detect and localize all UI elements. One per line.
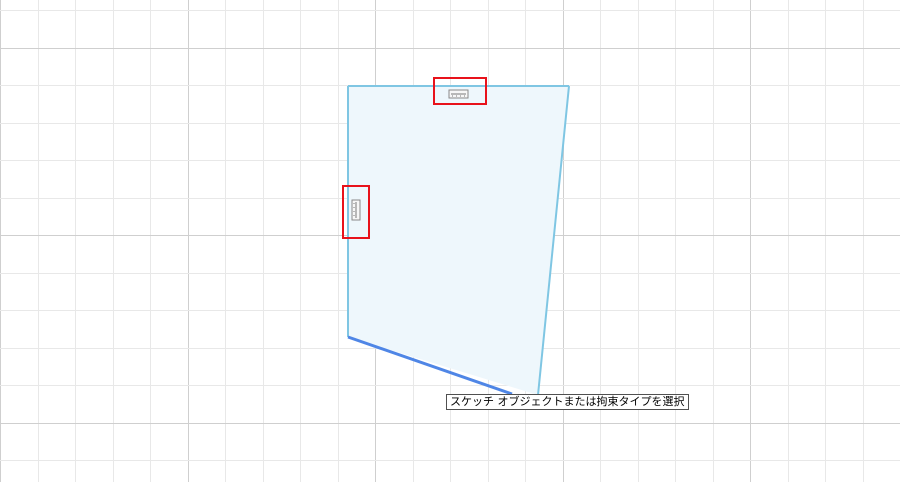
horizontal-constraint-icon[interactable] — [448, 89, 469, 99]
sketch-canvas[interactable]: スケッチ オブジェクトまたは拘束タイプを選択 — [0, 0, 900, 482]
sketch-tooltip: スケッチ オブジェクトまたは拘束タイプを選択 — [446, 394, 689, 410]
vertical-constraint-icon[interactable] — [351, 199, 361, 221]
